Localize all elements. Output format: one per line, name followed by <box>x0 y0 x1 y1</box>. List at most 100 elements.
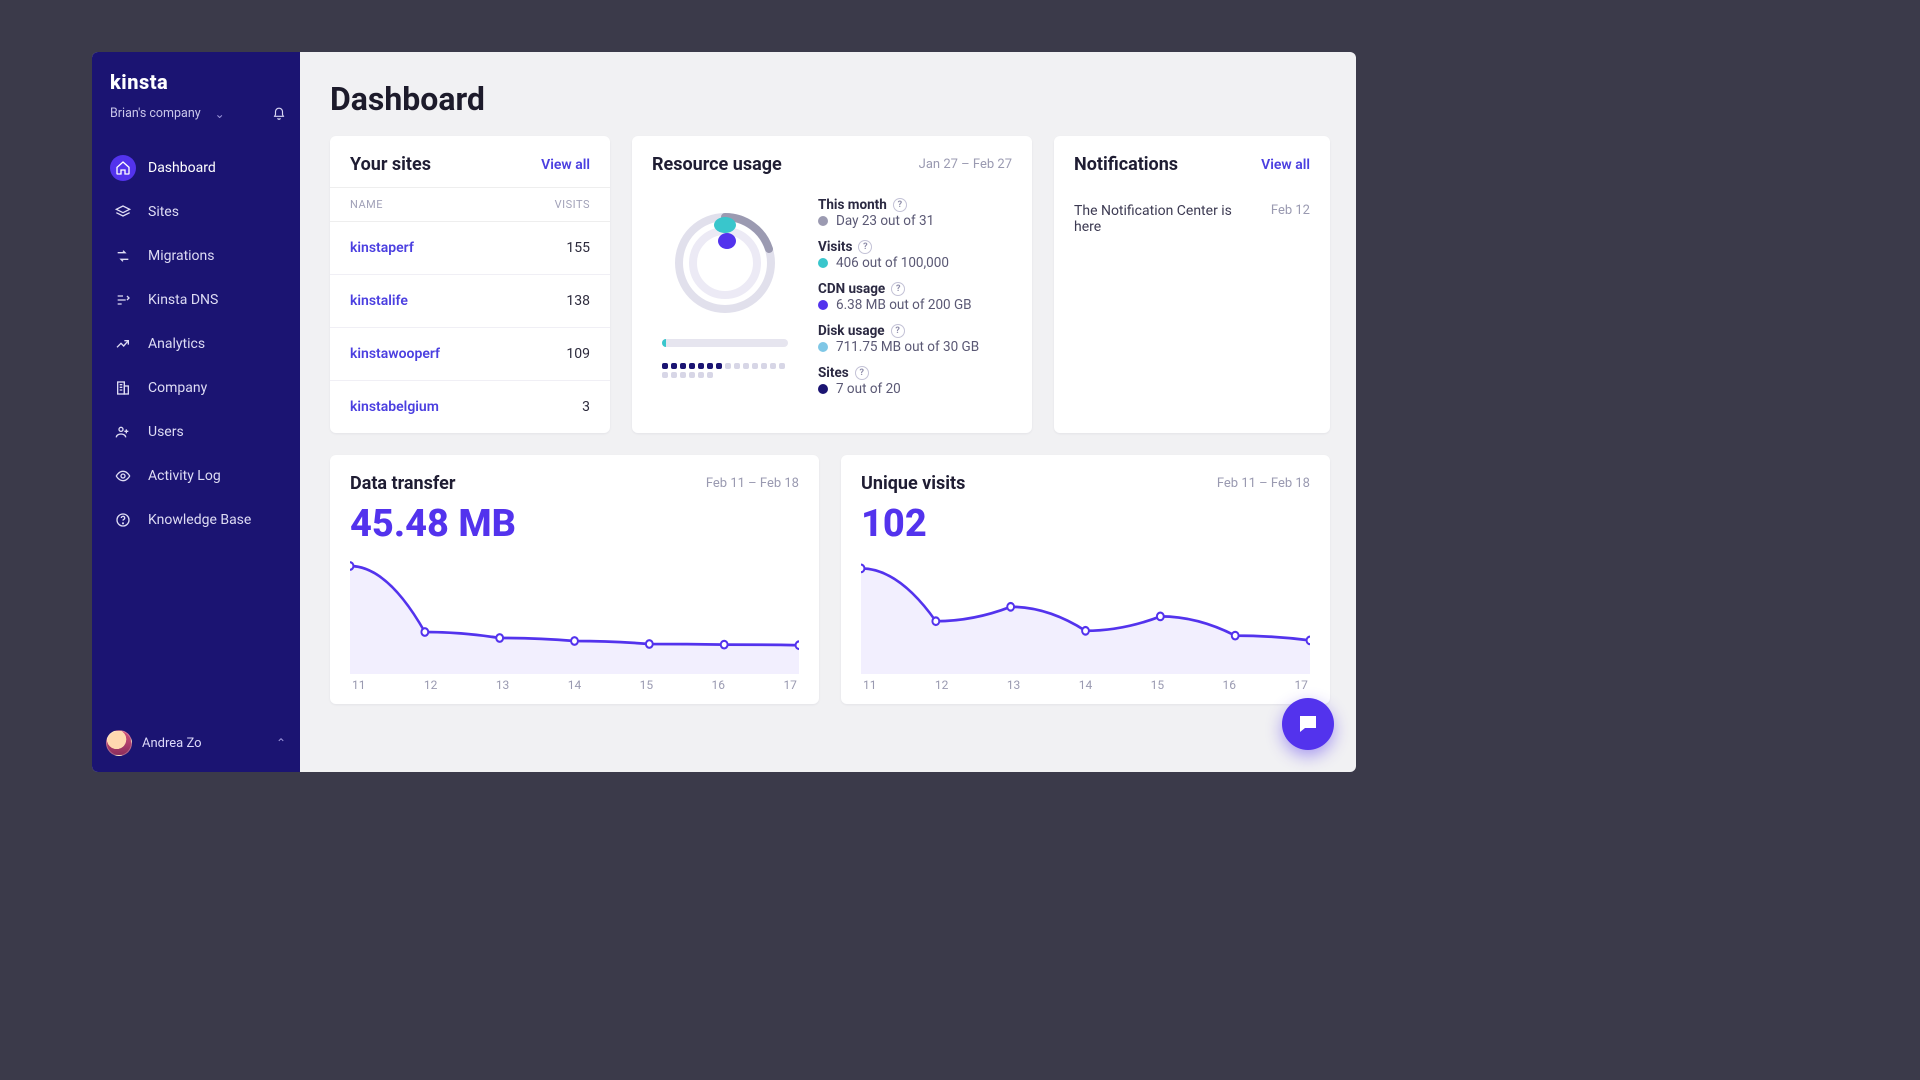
sidebar-item-label: Users <box>148 424 184 440</box>
chevron-up-icon: ⌃ <box>276 736 286 750</box>
table-row[interactable]: kinstabelgium 3 <box>330 381 610 433</box>
x-tick: 12 <box>424 678 438 692</box>
chevron-down-icon: ⌄ <box>215 107 225 121</box>
usage-label: Disk usage? <box>818 323 1014 339</box>
user-menu[interactable]: Andrea Zo ⌃ <box>92 718 300 772</box>
notification-date: Feb 12 <box>1271 203 1310 235</box>
users-icon <box>110 419 136 445</box>
visits-value: 109 <box>566 346 590 362</box>
avatar <box>106 730 132 756</box>
card-title: Notifications <box>1074 154 1178 175</box>
app-window: kinsta Brian's company ⌄ Dashboard S <box>92 52 1356 772</box>
building-icon <box>110 375 136 401</box>
info-icon[interactable]: ? <box>893 198 907 212</box>
x-tick: 11 <box>352 678 366 692</box>
sidebar-item-company[interactable]: Company <box>100 367 292 409</box>
x-tick: 17 <box>783 678 797 692</box>
sidebar-item-activity[interactable]: Activity Log <box>100 455 292 497</box>
x-tick: 16 <box>1223 678 1237 692</box>
x-tick: 15 <box>1151 678 1165 692</box>
x-tick: 17 <box>1294 678 1308 692</box>
x-tick: 15 <box>640 678 654 692</box>
site-link[interactable]: kinstaperf <box>350 240 414 256</box>
date-range: Jan 27 – Feb 27 <box>919 157 1012 172</box>
sidebar-item-label: Company <box>148 380 207 396</box>
sidebar-item-label: Analytics <box>148 336 205 352</box>
legend-dot <box>818 384 828 394</box>
legend-dot <box>818 300 828 310</box>
info-icon[interactable]: ? <box>855 366 869 380</box>
x-tick: 14 <box>1079 678 1093 692</box>
metric-headline: 45.48 MB <box>350 502 799 546</box>
x-tick: 14 <box>568 678 582 692</box>
chat-icon <box>1296 712 1320 736</box>
page-title: Dashboard <box>300 52 1356 136</box>
sidebar-item-kb[interactable]: Knowledge Base <box>100 499 292 541</box>
usage-value: 7 out of 20 <box>818 381 1014 397</box>
migrate-icon <box>110 243 136 269</box>
sidebar-item-label: Activity Log <box>148 468 221 484</box>
line-chart-data-transfer <box>350 554 799 674</box>
sidebar-item-users[interactable]: Users <box>100 411 292 453</box>
usage-value: Day 23 out of 31 <box>818 213 1014 229</box>
table-row[interactable]: kinstaperf 155 <box>330 222 610 275</box>
sidebar-item-label: Dashboard <box>148 160 216 176</box>
site-link[interactable]: kinstawooperf <box>350 346 440 362</box>
usage-label: Visits? <box>818 239 1014 255</box>
chat-fab[interactable] <box>1282 698 1334 750</box>
site-link[interactable]: kinstalife <box>350 293 408 309</box>
table-row[interactable]: kinstawooperf 109 <box>330 328 610 381</box>
sidebar-item-label: Migrations <box>148 248 215 264</box>
sidebar-item-dashboard[interactable]: Dashboard <box>100 147 292 189</box>
brand-logo: kinsta <box>92 52 300 100</box>
legend-dot <box>818 258 828 268</box>
usage-label: Sites? <box>818 365 1014 381</box>
info-icon[interactable]: ? <box>858 240 872 254</box>
eye-icon <box>110 463 136 489</box>
trend-icon <box>110 331 136 357</box>
line-chart-unique-visits <box>861 554 1310 674</box>
info-icon[interactable]: ? <box>891 282 905 296</box>
table-row[interactable]: kinstalife 138 <box>330 275 610 328</box>
table-header: NAME VISITS <box>330 187 610 222</box>
view-all-sites-link[interactable]: View all <box>541 157 590 173</box>
x-tick: 11 <box>863 678 877 692</box>
sites-dots <box>662 363 788 378</box>
usage-value: 711.75 MB out of 30 GB <box>818 339 1014 355</box>
notification-item[interactable]: The Notification Center is here Feb 12 <box>1054 187 1330 251</box>
site-link[interactable]: kinstabelgium <box>350 399 439 415</box>
bell-icon[interactable] <box>272 107 286 121</box>
sidebar-item-migrations[interactable]: Migrations <box>100 235 292 277</box>
legend-dot <box>818 216 828 226</box>
sidebar: kinsta Brian's company ⌄ Dashboard S <box>92 52 300 772</box>
x-axis: 11 12 13 14 15 16 17 <box>350 674 799 692</box>
info-icon[interactable]: ? <box>891 324 905 338</box>
x-tick: 13 <box>1007 678 1021 692</box>
user-name: Andrea Zo <box>142 736 202 751</box>
sidebar-item-sites[interactable]: Sites <box>100 191 292 233</box>
sidebar-item-label: Kinsta DNS <box>148 292 218 308</box>
sidebar-item-dns[interactable]: Kinsta DNS <box>100 279 292 321</box>
home-icon <box>110 155 136 181</box>
x-tick: 16 <box>712 678 726 692</box>
usage-value: 6.38 MB out of 200 GB <box>818 297 1014 313</box>
x-tick: 12 <box>935 678 949 692</box>
card-title: Resource usage <box>652 154 782 175</box>
usage-label: This month? <box>818 197 1014 213</box>
company-name: Brian's company <box>110 106 201 121</box>
card-unique-visits: Unique visits Feb 11 – Feb 18 102 111213… <box>841 455 1330 704</box>
disk-usage-bar <box>662 339 788 347</box>
card-title: Your sites <box>350 154 431 175</box>
view-all-notifications-link[interactable]: View all <box>1261 157 1310 173</box>
x-tick: 13 <box>496 678 510 692</box>
sidebar-item-label: Knowledge Base <box>148 512 251 528</box>
card-resource-usage: Resource usage Jan 27 – Feb 27 <box>632 136 1032 433</box>
visits-value: 3 <box>582 399 590 415</box>
metric-headline: 102 <box>861 502 1310 546</box>
sidebar-item-analytics[interactable]: Analytics <box>100 323 292 365</box>
card-your-sites: Your sites View all NAME VISITS kinstape… <box>330 136 610 433</box>
company-switcher[interactable]: Brian's company ⌄ <box>92 100 300 137</box>
usage-donut-chart <box>665 203 785 323</box>
legend-dot <box>818 342 828 352</box>
notification-text: The Notification Center is here <box>1074 203 1259 235</box>
